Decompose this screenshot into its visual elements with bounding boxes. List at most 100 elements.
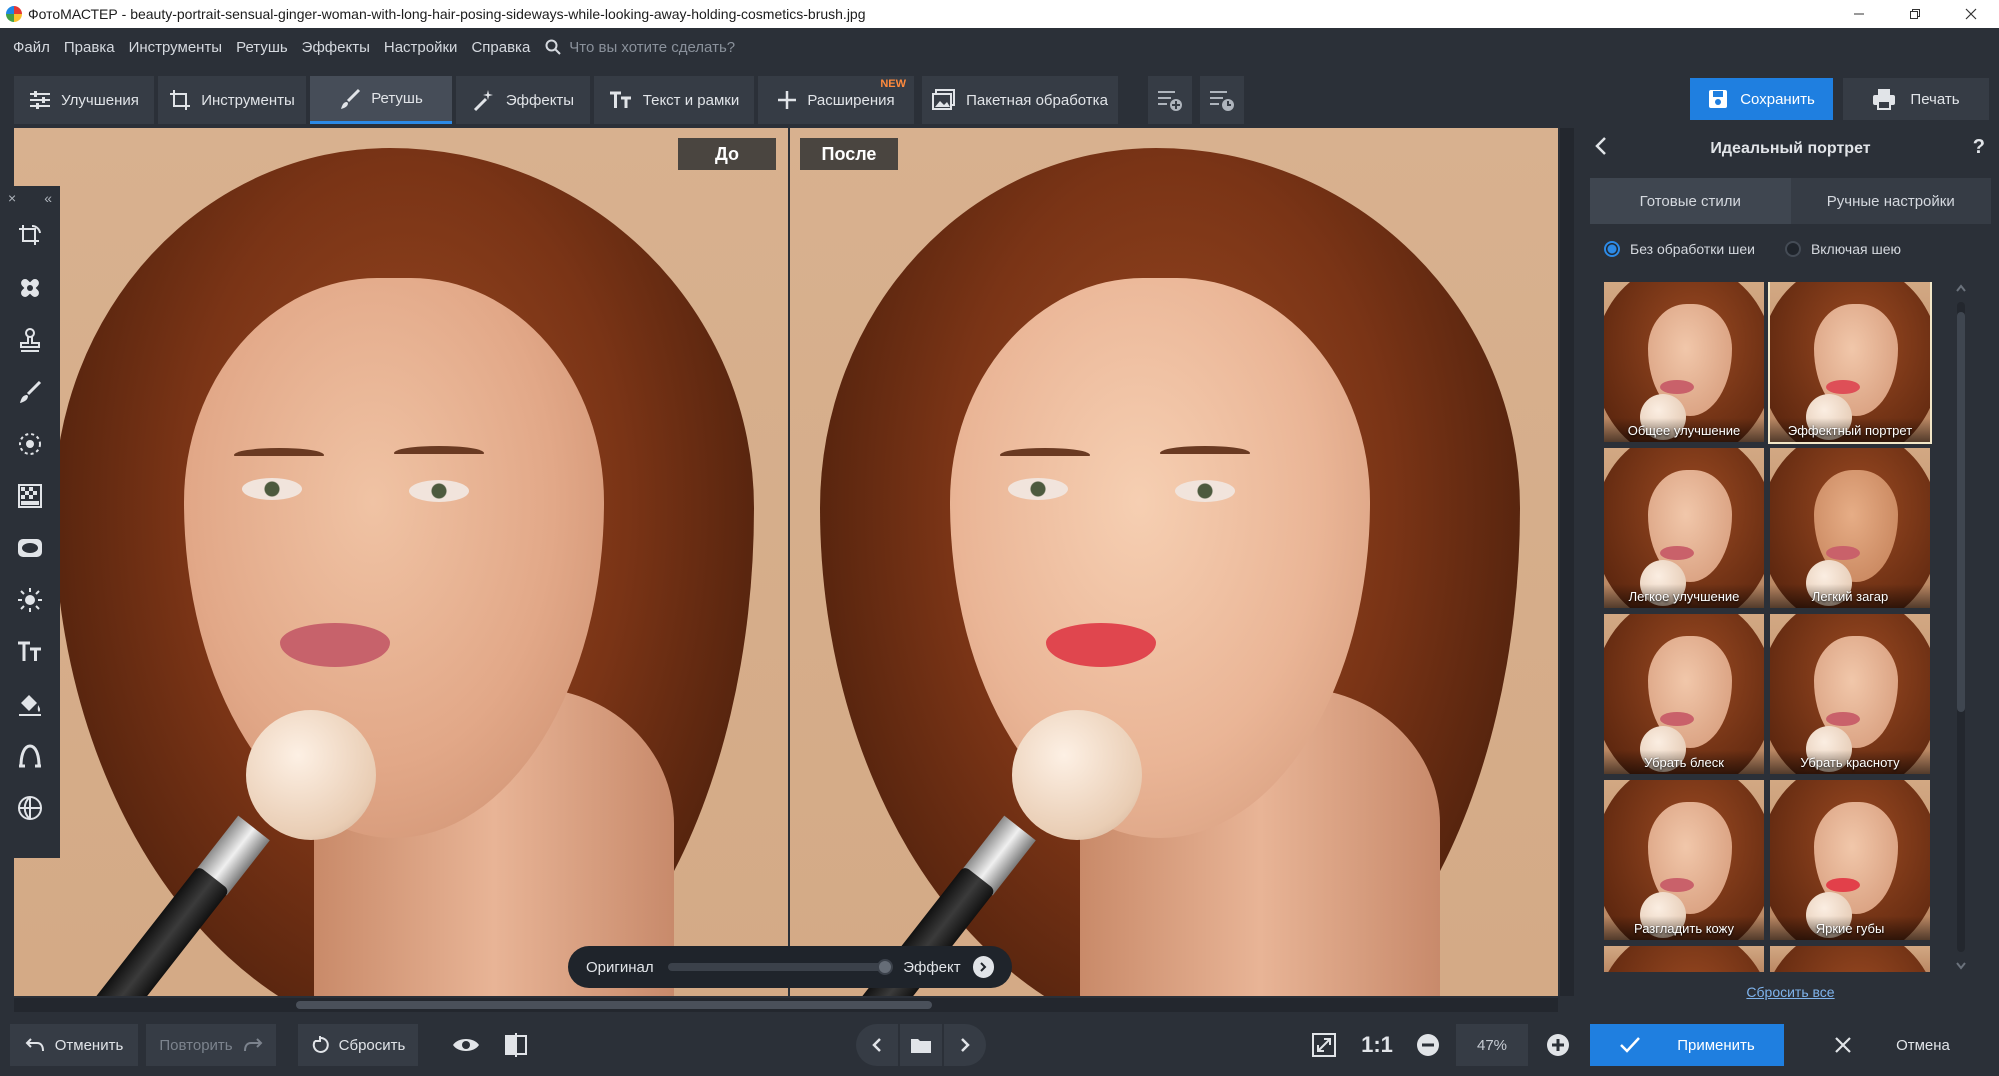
split-view-button[interactable] (496, 1024, 536, 1066)
effect-slider-handle[interactable] (877, 959, 894, 975)
neck-processing-options: Без обработки шеи Включая шею (1582, 224, 1999, 274)
preset-card-selected[interactable]: Эффектный портрет (1768, 282, 1932, 444)
menu-edit[interactable]: Правка (57, 39, 122, 56)
presets-history-button[interactable] (1200, 76, 1244, 124)
tab-text-frames[interactable]: Текст и рамки (594, 76, 754, 124)
preset-card[interactable]: Убрать красноту (1770, 614, 1930, 774)
menu-help[interactable]: Справка (464, 39, 537, 56)
tab-tools[interactable]: Инструменты (158, 76, 306, 124)
back-button[interactable] (1594, 136, 1608, 162)
after-photo (790, 128, 1558, 996)
preset-card-partial[interactable] (1770, 946, 1930, 972)
horizontal-scroll-thumb[interactable] (296, 1001, 932, 1009)
tool-clone-stamp[interactable] (0, 314, 60, 366)
tab-ready-styles[interactable]: Готовые стили (1590, 178, 1791, 224)
scroll-down-icon[interactable] (1954, 960, 1968, 972)
split-divider[interactable] (788, 128, 790, 996)
photo-canvas[interactable]: До После (14, 128, 1558, 996)
tool-brush[interactable] (0, 366, 60, 418)
reset-all-link[interactable]: Сбросить все (1582, 984, 1999, 1000)
menu-retouch[interactable]: Ретушь (229, 39, 295, 56)
preset-card[interactable]: Разгладить кожу (1604, 780, 1764, 940)
help-button[interactable]: ? (1973, 136, 1985, 159)
cancel-label: Отмена (1896, 1036, 1950, 1054)
reset-label: Сбросить (338, 1036, 406, 1054)
sliders-clock-icon (1210, 91, 1234, 111)
apply-button[interactable]: Применить (1590, 1024, 1784, 1066)
preset-card[interactable]: Легкое улучшение (1604, 448, 1764, 608)
menu-search[interactable]: Что вы хотите сделать? (545, 39, 735, 56)
tool-geometry[interactable] (0, 782, 60, 834)
tab-extensions[interactable]: Расширения NEW (758, 76, 914, 124)
horizontal-scrollbar[interactable] (14, 998, 1558, 1012)
paint-bucket-icon (19, 695, 41, 716)
preset-label: Легкий загар (1770, 584, 1930, 608)
tab-effects[interactable]: Эффекты (456, 76, 590, 124)
zoom-1to1-button[interactable]: 1:1 (1354, 1024, 1400, 1066)
tab-enhancements[interactable]: Улучшения (14, 76, 154, 124)
preset-card[interactable]: Общее улучшение (1604, 282, 1764, 442)
window-controls (1831, 0, 1999, 28)
preview-toggle-button[interactable] (446, 1024, 486, 1066)
title-separator: - (117, 6, 131, 22)
tool-healing[interactable] (0, 262, 60, 314)
tool-reshape[interactable] (0, 730, 60, 782)
zoom-in-button[interactable] (1538, 1024, 1578, 1066)
tool-vignette[interactable] (0, 522, 60, 574)
radio-no-neck[interactable]: Без обработки шеи (1604, 241, 1755, 257)
crop-icon (170, 90, 191, 110)
title-bar: ФотоМАСТЕР - beauty-portrait-sensual-gin… (0, 0, 1999, 28)
preset-label: Яркие губы (1770, 916, 1930, 940)
preset-card-partial[interactable] (1604, 946, 1764, 972)
tab-manual-settings[interactable]: Ручные настройки (1790, 178, 1991, 224)
minimize-button[interactable] (1831, 0, 1887, 28)
zoom-value-field[interactable]: 47% (1456, 1024, 1528, 1066)
rotate-crop-icon (19, 224, 41, 245)
save-button[interactable]: Сохранить (1690, 78, 1833, 120)
preset-label: Легкое улучшение (1604, 584, 1764, 608)
reset-button[interactable]: Сбросить (298, 1024, 418, 1066)
vertical-scrollbar[interactable] (1560, 128, 1574, 996)
tool-light[interactable] (0, 574, 60, 626)
restore-button[interactable] (1887, 0, 1943, 28)
preset-card[interactable]: Убрать блеск (1604, 614, 1764, 774)
split-view-icon (505, 1033, 527, 1057)
preset-card[interactable]: Яркие губы (1770, 780, 1930, 940)
prev-image-button[interactable] (856, 1024, 898, 1066)
tab-retouch[interactable]: Ретушь (310, 76, 452, 124)
menu-settings[interactable]: Настройки (377, 39, 465, 56)
undo-button[interactable]: Отменить (10, 1024, 138, 1066)
bandage-icon (21, 279, 39, 297)
close-window-button[interactable] (1943, 0, 1999, 28)
compare-next-button[interactable] (972, 956, 994, 978)
redo-button[interactable]: Повторить (146, 1024, 276, 1066)
scroll-up-icon[interactable] (1954, 282, 1968, 294)
tool-text[interactable] (0, 626, 60, 678)
preset-card[interactable]: Легкий загар (1770, 448, 1930, 608)
presets-save-button[interactable] (1148, 76, 1192, 124)
next-image-button[interactable] (944, 1024, 986, 1066)
menu-file[interactable]: Файл (6, 39, 57, 56)
open-folder-button[interactable] (900, 1024, 942, 1066)
menu-tools[interactable]: Инструменты (122, 39, 230, 56)
tab-enhancements-label: Улучшения (61, 91, 139, 109)
panel-scroll-thumb[interactable] (1957, 312, 1965, 712)
fit-to-screen-button[interactable] (1304, 1024, 1344, 1066)
tool-radial[interactable] (0, 418, 60, 470)
close-strip-icon[interactable]: × (8, 190, 16, 206)
panel-tabs: Готовые стили Ручные настройки (1590, 178, 1991, 224)
collapse-strip-icon[interactable]: « (44, 190, 52, 206)
tool-fill[interactable] (0, 678, 60, 730)
effect-slider-track[interactable] (667, 959, 894, 975)
undo-icon (25, 1038, 44, 1052)
panel-scrollbar[interactable] (1954, 282, 1968, 972)
radio-with-neck[interactable]: Включая шею (1784, 241, 1901, 257)
chevron-right-icon (961, 1038, 970, 1052)
zoom-out-button[interactable] (1410, 1024, 1446, 1066)
tab-batch-processing[interactable]: Пакетная обработка (922, 76, 1118, 124)
print-button[interactable]: Печать (1843, 78, 1989, 120)
tool-gradient[interactable] (0, 470, 60, 522)
tool-rotate[interactable] (0, 210, 60, 262)
cancel-button[interactable]: Отмена (1794, 1024, 1990, 1066)
menu-effects[interactable]: Эффекты (295, 39, 377, 56)
